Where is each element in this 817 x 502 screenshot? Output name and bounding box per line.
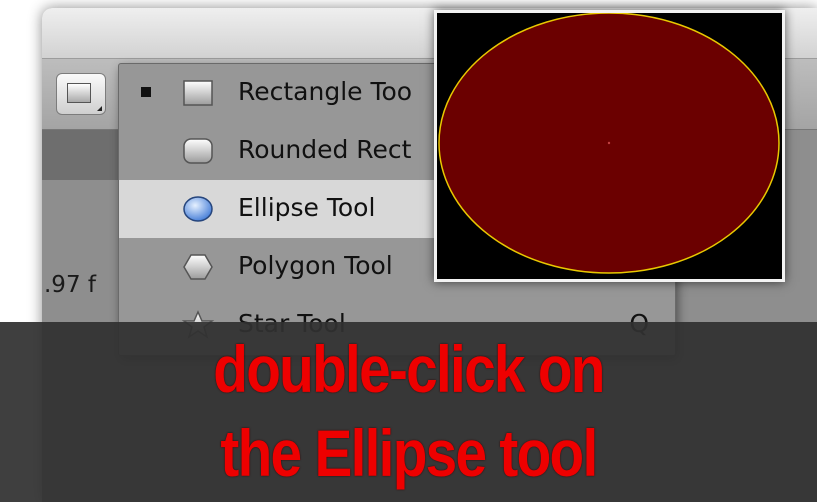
shape-tool-button[interactable] — [56, 73, 106, 115]
rectangle-icon — [183, 80, 213, 106]
ellipse-preview-canvas — [438, 13, 780, 274]
rectangle-tool-icon — [67, 83, 91, 103]
checkmark-icon — [141, 87, 151, 97]
menu-item-label: Rectangle Too — [238, 77, 413, 106]
timeline-strip — [42, 130, 122, 180]
caption-line-1: double-click on — [213, 332, 605, 406]
ellipse-anchor-point — [607, 141, 611, 145]
polygon-icon — [183, 254, 213, 280]
caption-line-2: the Ellipse tool — [220, 416, 598, 490]
menu-item-label: Polygon Tool — [238, 251, 393, 280]
ellipse-icon — [183, 196, 213, 222]
menu-item-label: Rounded Rect — [238, 135, 412, 164]
ellipse-preview-panel — [434, 10, 785, 282]
menu-item-label: Ellipse Tool — [238, 193, 376, 222]
rounded-rectangle-icon — [183, 138, 213, 164]
dropdown-corner-icon — [97, 106, 102, 111]
caption-band: double-click on the Ellipse tool — [0, 322, 817, 502]
frame-rate-text: .97 f — [44, 272, 96, 298]
